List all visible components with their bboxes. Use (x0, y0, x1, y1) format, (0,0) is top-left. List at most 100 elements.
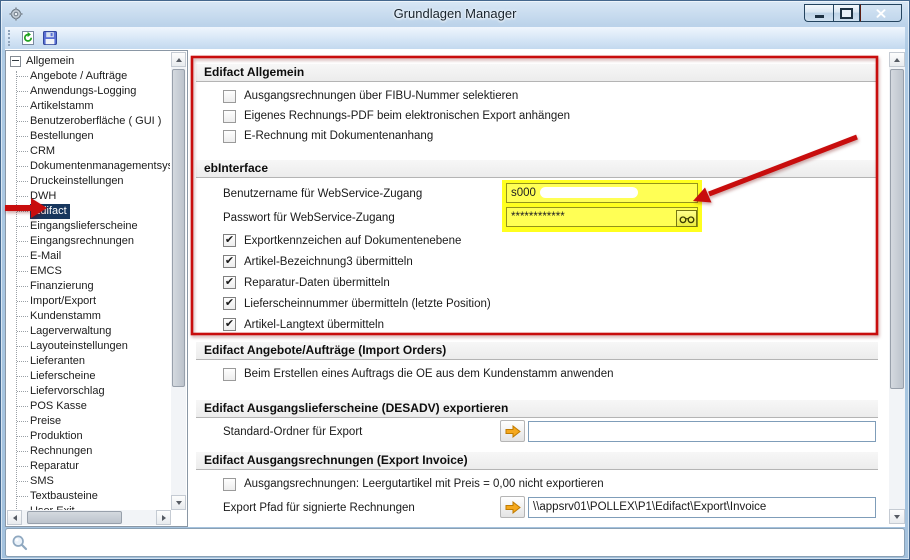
checkbox-row[interactable]: ✔Reparatur-Daten übermitteln (196, 272, 878, 293)
titlebar[interactable]: Grundlagen Manager (1, 1, 909, 27)
tree: AllgemeinAngebote / AufträgeAnwendungs-L… (6, 54, 170, 510)
tree-item-angebote-auftr-ge[interactable]: Angebote / Aufträge (6, 69, 170, 84)
search-bar[interactable] (5, 528, 905, 557)
tree-item-label: E-Mail (30, 249, 61, 264)
checkbox[interactable]: ✔ (223, 234, 236, 247)
tree-item-crm[interactable]: CRM (6, 144, 170, 159)
checkbox-row[interactable]: Beim Erstellen eines Auftrags die OE aus… (196, 364, 878, 384)
tree-item-label: Dokumentenmanagementsys (30, 159, 170, 174)
checkbox-row[interactable]: ✔Lieferscheinnummer übermitteln (letzte … (196, 293, 878, 314)
scroll-left-button[interactable] (7, 510, 22, 525)
checkbox-row[interactable]: ✔ Exportkennzeichen auf Dokumentenebene (196, 230, 878, 251)
checkbox[interactable] (223, 478, 236, 491)
tree-item-anwendungs-logging[interactable]: Anwendungs-Logging (6, 84, 170, 99)
tree-item-preise[interactable]: Preise (6, 414, 170, 429)
tree-item-label: CRM (30, 144, 55, 159)
checkbox-row[interactable]: Rechnungslisten beim Export von Rechnung… (196, 523, 878, 527)
tree-item-benutzeroberfl-che-gui-[interactable]: Benutzeroberfläche ( GUI ) (6, 114, 170, 129)
tree-horizontal-scrollbar[interactable] (7, 510, 171, 525)
tree-item-root[interactable]: Allgemein (6, 54, 170, 69)
tree-item-label: EMCS (30, 264, 62, 279)
browse-button[interactable] (500, 420, 525, 442)
webservice-username-input[interactable]: s000 (506, 183, 698, 203)
checkbox-row[interactable]: Eigenes Rechnungs-PDF beim elektronische… (196, 106, 878, 126)
tree-item-kundenstamm[interactable]: Kundenstamm (6, 309, 170, 324)
checkbox[interactable]: ✔ (223, 276, 236, 289)
invoice-export-path-input[interactable]: \\appsrv01\POLLEX\P1\Edifact\Export\Invo… (528, 497, 876, 518)
checkbox[interactable]: ✔ (223, 297, 236, 310)
tree-item-produktion[interactable]: Produktion (6, 429, 170, 444)
checkbox-row[interactable]: Ausgangsrechnungen: Leergutartikel mit P… (196, 474, 878, 494)
orange-arrow-icon (505, 501, 521, 514)
tree-item-bestellungen[interactable]: Bestellungen (6, 129, 170, 144)
checkbox-label: Eigenes Rechnungs-PDF beim elektronische… (244, 110, 570, 122)
tree-item-e-mail[interactable]: E-Mail (6, 249, 170, 264)
checkbox[interactable] (223, 130, 236, 143)
collapse-icon[interactable] (10, 56, 21, 67)
maximize-icon (840, 8, 853, 19)
tree-item-dwh[interactable]: DWH (6, 189, 170, 204)
scrollbar-thumb[interactable] (27, 511, 122, 524)
search-input[interactable] (33, 532, 904, 554)
tree-item-edifact[interactable]: Edifact (6, 204, 170, 219)
minimize-button[interactable] (804, 4, 833, 22)
tree-item-label: DWH (30, 189, 56, 204)
webservice-password-input[interactable]: ************ (506, 207, 698, 227)
checkbox-row[interactable]: ✔Artikel-Bezeichnung3 übermitteln (196, 251, 878, 272)
tree-item-pos-kasse[interactable]: POS Kasse (6, 399, 170, 414)
content-panel: Edifact AllgemeinAusgangsrechnungen über… (189, 50, 905, 527)
checkbox[interactable] (223, 527, 236, 528)
scroll-up-button[interactable] (889, 52, 905, 67)
toolbar-grip[interactable] (8, 30, 13, 46)
refresh-button[interactable] (17, 27, 39, 49)
settings-section: Edifact AllgemeinAusgangsrechnungen über… (196, 64, 878, 146)
checkbox[interactable] (223, 90, 236, 103)
tree-item-eingangsrechnungen[interactable]: Eingangsrechnungen (6, 234, 170, 249)
tree-item-layouteinstellungen[interactable]: Layouteinstellungen (6, 339, 170, 354)
tree-item-label: Reparatur (30, 459, 79, 474)
tree-item-import-export[interactable]: Import/Export (6, 294, 170, 309)
tree-item-lieferscheine[interactable]: Lieferscheine (6, 369, 170, 384)
scroll-up-icon (176, 58, 182, 62)
checkbox[interactable] (223, 110, 236, 123)
tree-item-emcs[interactable]: EMCS (6, 264, 170, 279)
checkbox[interactable]: ✔ (223, 318, 236, 331)
browse-button[interactable] (500, 496, 525, 518)
checkbox[interactable] (223, 368, 236, 381)
tree-item-eingangslieferscheine[interactable]: Eingangslieferscheine (6, 219, 170, 234)
tree-item-lagerverwaltung[interactable]: Lagerverwaltung (6, 324, 170, 339)
tree-item-lieferanten[interactable]: Lieferanten (6, 354, 170, 369)
tree-item-liefervorschlag[interactable]: Liefervorschlag (6, 384, 170, 399)
content-vertical-scrollbar[interactable] (889, 52, 905, 524)
section-header: Edifact Angebote/Aufträge (Import Orders… (196, 342, 878, 360)
scrollbar-thumb[interactable] (890, 69, 904, 389)
tree-item-textbausteine[interactable]: Textbausteine (6, 489, 170, 504)
tree-item-druckeinstellungen[interactable]: Druckeinstellungen (6, 174, 170, 189)
checkbox-label: Beim Erstellen eines Auftrags die OE aus… (244, 368, 613, 380)
tree-item-label: Lieferscheine (30, 369, 95, 384)
scroll-up-button[interactable] (171, 52, 186, 67)
reveal-password-button[interactable] (676, 210, 697, 227)
checkbox[interactable]: ✔ (223, 255, 236, 268)
tree-item-finanzierung[interactable]: Finanzierung (6, 279, 170, 294)
save-button[interactable] (39, 27, 61, 49)
tree-item-sms[interactable]: SMS (6, 474, 170, 489)
tree-item-label: SMS (30, 474, 54, 489)
checkbox-row[interactable]: Ausgangsrechnungen über FIBU-Nummer sele… (196, 86, 878, 106)
tree-item-reparatur[interactable]: Reparatur (6, 459, 170, 474)
tree-item-rechnungen[interactable]: Rechnungen (6, 444, 170, 459)
desadv-export-folder-input[interactable] (528, 421, 876, 442)
tree-item-dokumentenmanagementsys[interactable]: Dokumentenmanagementsys (6, 159, 170, 174)
tree-item-artikelstamm[interactable]: Artikelstamm (6, 99, 170, 114)
scrollbar-thumb[interactable] (172, 69, 185, 387)
checkbox-row[interactable]: E-Rechnung mit Dokumentenanhang (196, 126, 878, 146)
scroll-right-button[interactable] (156, 510, 171, 525)
category-tree-panel: AllgemeinAngebote / AufträgeAnwendungs-L… (5, 50, 188, 527)
checkbox-row[interactable]: ✔Artikel-Langtext übermitteln (196, 314, 878, 335)
tree-vertical-scrollbar[interactable] (171, 52, 186, 510)
scroll-down-button[interactable] (889, 509, 905, 524)
scroll-down-button[interactable] (171, 495, 186, 510)
maximize-button[interactable] (833, 4, 860, 22)
checkbox-label: Exportkennzeichen auf Dokumentenebene (244, 235, 461, 247)
close-button[interactable] (860, 4, 902, 22)
